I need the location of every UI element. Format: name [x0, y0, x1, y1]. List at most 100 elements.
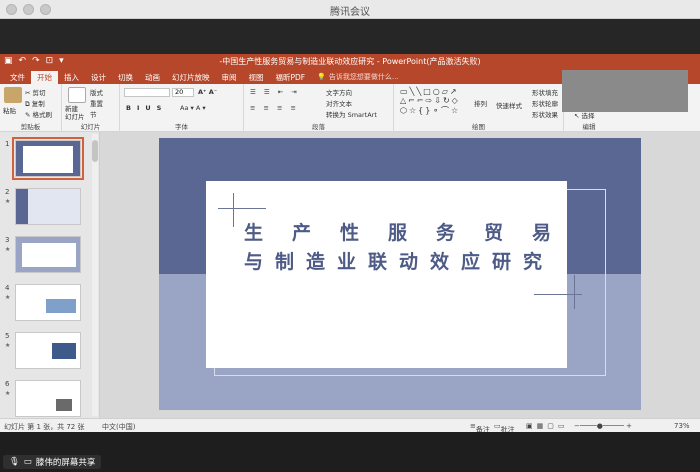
screen-share-label: 滕伟的屏幕共享	[35, 458, 96, 468]
thumbnail-slide-5[interactable]	[15, 332, 81, 369]
cut-label: 剪切	[32, 89, 46, 97]
thumb-4-star-icon: ★	[5, 294, 11, 301]
layout-button[interactable]: 版式	[90, 87, 103, 97]
list-icons[interactable]: ☰ ☰ ⇤ ⇥	[250, 88, 300, 96]
slide-title-line-1[interactable]: 生产性服务贸易	[244, 218, 580, 245]
font-name-select[interactable]	[124, 88, 170, 97]
redacted-overlay	[562, 70, 688, 112]
shapes-gallery[interactable]: ▭╲╲□○▱↗ △⌐⌐⇨⇩↻◇ ⬡☆{}⚬⌒☆	[400, 87, 460, 116]
font-size-select[interactable]: 20	[172, 88, 194, 97]
scissors-icon: ✂	[25, 89, 31, 97]
notes-button[interactable]: ≡ 备注	[470, 422, 490, 434]
select-label: 选择	[581, 112, 595, 120]
screen: 腾讯会议 ▣ ↶ ↷ ⊡ ▾ -中国生产性服务贸易与制造业联动效应研究 - Po…	[0, 0, 700, 472]
thumb-number-6: 6	[5, 380, 10, 388]
tab-7[interactable]: 审阅	[216, 71, 243, 84]
thumbnail-3-card	[22, 243, 76, 267]
shape-effects-button[interactable]: 形状效果	[532, 109, 558, 119]
editing-group-label: 编辑	[582, 123, 596, 131]
slide-editing-area: 生产性服务贸易 与制造业联动效应研究	[100, 132, 700, 418]
slide-counter: 幻灯片 第 1 张，共 72 张	[4, 423, 85, 431]
cross-decoration-bottom-v	[574, 275, 575, 309]
section-button[interactable]: 节	[90, 109, 97, 119]
reset-button[interactable]: 重置	[90, 98, 103, 108]
thumb-number-4: 4	[5, 284, 10, 292]
tab-4[interactable]: 切换	[112, 71, 139, 84]
tell-me-search[interactable]: 💡 告诉我您想要做什么...	[317, 71, 398, 84]
thumb-number-3: 3	[5, 236, 10, 244]
slide-title-line-2[interactable]: 与制造业联动效应研究	[244, 247, 554, 274]
ppt-title-bar: ▣ ↶ ↷ ⊡ ▾ -中国生产性服务贸易与制造业联动效应研究 - PowerPo…	[0, 54, 700, 70]
cursor-icon: ↖	[574, 112, 580, 120]
thumb-number-2: 2	[5, 188, 10, 196]
drawing-group-label: 绘图	[472, 123, 485, 131]
paste-icon[interactable]	[4, 87, 22, 103]
arrange-button[interactable]: 排列	[474, 98, 487, 108]
tab-8[interactable]: 视图	[243, 71, 270, 84]
font-color-icon[interactable]: Aa ▾ A ▾	[180, 104, 206, 112]
convert-smartart-button[interactable]: 转换为 SmartArt	[326, 109, 377, 119]
microphone-icon: 🎙	[9, 457, 20, 467]
thumbnails-scroll-thumb[interactable]	[92, 140, 98, 162]
brush-icon: ✎	[25, 111, 31, 119]
font-group: 20 A⁺ A⁻ BIUS Aa ▾ A ▾ 字体	[120, 84, 244, 132]
screen-share-indicator[interactable]: 🎙 ▭ 滕伟的屏幕共享	[3, 455, 102, 469]
grow-font-icon[interactable]: A⁺ A⁻	[198, 88, 217, 96]
thumb-3-star-icon: ★	[5, 246, 11, 253]
drawing-group: ▭╲╲□○▱↗ △⌐⌐⇨⇩↻◇ ⬡☆{}⚬⌒☆ 排列 快速样式 形状填充 形状轮廓 …	[394, 84, 564, 132]
slides-group: 新建 幻灯片 版式 重置 节 幻灯片	[62, 84, 120, 132]
tab-3[interactable]: 设计	[85, 71, 112, 84]
clipboard-group: 粘贴 ✂ 剪切 ⧉ 复制 ✎ 格式刷 剪贴板	[0, 84, 62, 132]
text-direction-button[interactable]: 文字方向	[326, 87, 352, 97]
tab-9[interactable]: 福昕PDF	[270, 71, 312, 84]
copy-icon: ⧉	[25, 100, 30, 108]
thumbnail-4-image	[46, 299, 76, 313]
tell-me-text: 告诉我您想要做什么...	[328, 73, 399, 81]
shape-fill-button[interactable]: 形状填充	[532, 87, 558, 97]
current-slide[interactable]: 生产性服务贸易 与制造业联动效应研究	[159, 138, 641, 410]
format-painter-button[interactable]: ✎ 格式刷	[25, 109, 52, 119]
view-buttons[interactable]: ▣▦▢▭	[526, 422, 568, 430]
slides-group-label: 幻灯片	[80, 123, 101, 131]
tab-5[interactable]: 动画	[139, 71, 166, 84]
slide-thumbnails-panel: 1 2 ★ 3 ★ 4 ★ 5 ★ 6 ★	[0, 132, 100, 418]
new-slide-icon[interactable]	[68, 87, 86, 103]
tab-2[interactable]: 插入	[58, 71, 85, 84]
paste-button[interactable]: 粘贴	[3, 105, 16, 115]
thumbnail-slide-1[interactable]	[12, 137, 84, 180]
copy-button[interactable]: ⧉ 复制	[25, 98, 45, 109]
paragraph-group: ☰ ☰ ⇤ ⇥ ≡ ≡ ≡ ≡ 文字方向 对齐文本 转换为 SmartArt 段…	[244, 84, 394, 132]
thumbnail-slide-2[interactable]	[15, 188, 81, 225]
document-title: -中国生产性服务贸易与制造业联动效应研究 - PowerPoint(产品激活失败…	[219, 57, 481, 66]
tab-1[interactable]: 开始	[31, 71, 58, 84]
cross-decoration-top-v	[233, 193, 234, 227]
comments-button[interactable]: ▭ 批注	[494, 422, 515, 434]
thumbnail-slide-6[interactable]	[15, 380, 81, 417]
new-slide-button[interactable]: 新建 幻灯片	[65, 105, 85, 121]
shape-outline-button[interactable]: 形状轮廓	[532, 98, 558, 108]
thumbnail-6-image	[56, 399, 72, 411]
zoom-level[interactable]: 73%	[674, 422, 690, 430]
font-group-label: 字体	[175, 123, 188, 131]
thumbnail-slide-3[interactable]	[15, 236, 81, 273]
slide-title-card: 生产性服务贸易 与制造业联动效应研究	[206, 181, 582, 368]
align-text-button[interactable]: 对齐文本	[326, 98, 352, 108]
meeting-title-bar: 腾讯会议	[0, 0, 700, 19]
thumbnail-slide-4[interactable]	[15, 284, 81, 321]
thumb-6-star-icon: ★	[5, 390, 11, 397]
format-painter-label: 格式刷	[32, 111, 53, 119]
tab-0[interactable]: 文件	[4, 71, 31, 84]
thumbnails-scrollbar[interactable]	[92, 134, 98, 416]
cut-button[interactable]: ✂ 剪切	[25, 87, 46, 97]
thumbnail-5-image	[52, 343, 76, 359]
language-indicator[interactable]: 中文(中国)	[102, 422, 135, 432]
font-format-buttons[interactable]: BIUS	[126, 104, 167, 112]
zoom-slider[interactable]: −────●───── +	[574, 422, 632, 430]
thumbnail-2-bar	[16, 189, 28, 224]
thumb-2-star-icon: ★	[5, 198, 11, 205]
quick-styles-button[interactable]: 快速样式	[496, 100, 522, 110]
align-icons[interactable]: ≡ ≡ ≡ ≡	[250, 104, 299, 112]
meeting-window-title: 腾讯会议	[330, 7, 370, 18]
thumb-number-1: 1	[5, 140, 10, 148]
tab-6[interactable]: 幻灯片放映	[166, 71, 216, 84]
